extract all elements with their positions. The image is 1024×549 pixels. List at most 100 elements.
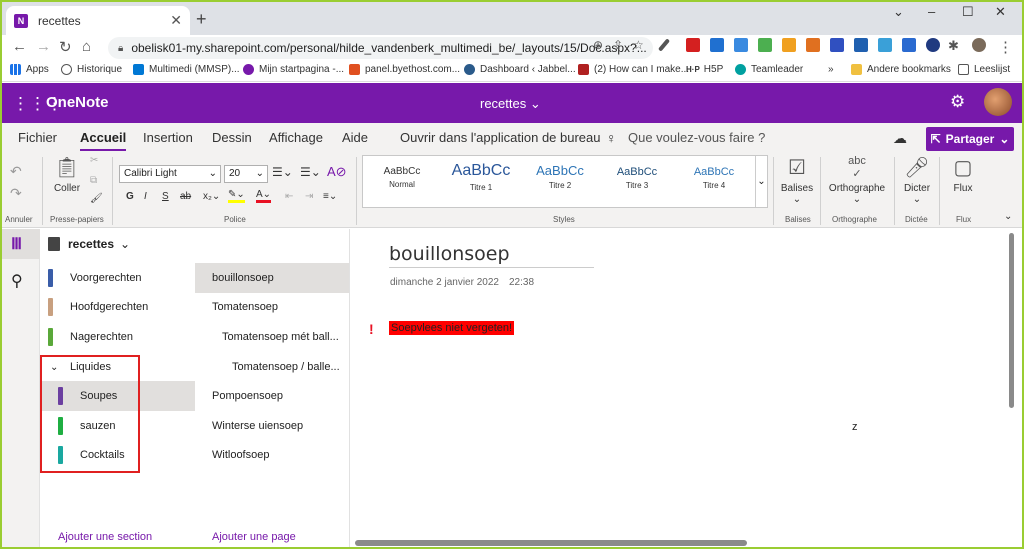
section-soupes[interactable]: Soupes xyxy=(40,381,195,411)
format-painter-icon[interactable]: 🖌︎ xyxy=(90,193,103,204)
share-url-icon[interactable]: ⇪ xyxy=(613,38,623,52)
bookmark-how-can-i[interactable]: (2) How can I make... xyxy=(578,64,689,75)
bookmarks-overflow[interactable]: » xyxy=(828,64,834,75)
avatar[interactable] xyxy=(984,88,1012,116)
extension-icon-5[interactable] xyxy=(782,38,796,52)
extension-icon-8[interactable] xyxy=(854,38,868,52)
bold-icon[interactable]: G xyxy=(126,191,134,202)
section-voorgerechten[interactable]: Voorgerechten xyxy=(40,263,195,293)
tell-me-search[interactable]: Que voulez-vous faire ? xyxy=(628,130,765,145)
share-button[interactable]: ⇱ Partager ⌄ xyxy=(926,127,1014,151)
page-winterse-uiensoep[interactable]: Winterse uiensoep xyxy=(195,411,349,441)
note-text[interactable]: Soepvlees niet vergeten! xyxy=(389,321,515,335)
extension-icon-2[interactable] xyxy=(710,38,724,52)
extension-icon-7[interactable] xyxy=(830,38,844,52)
page-witloofsoep[interactable]: Witloofsoep xyxy=(195,440,349,470)
sync-cloud-icon[interactable]: ☁ xyxy=(893,130,907,147)
section-cocktails[interactable]: Cocktails xyxy=(40,440,195,470)
extension-icon-10[interactable] xyxy=(902,38,916,52)
add-section-link[interactable]: Ajouter une section xyxy=(58,531,152,543)
tab-affichage[interactable]: Affichage xyxy=(269,130,323,145)
zoom-icon[interactable]: ⊕ xyxy=(593,38,603,52)
clear-format-icon[interactable]: A⊘ xyxy=(327,164,347,180)
browser-menu-icon[interactable]: ⋮ xyxy=(998,38,1013,56)
settings-gear-icon[interactable]: ⚙ xyxy=(950,92,965,112)
bookmark-apps[interactable]: Apps xyxy=(10,64,49,75)
notebooks-icon[interactable]: Ⅲ xyxy=(11,234,22,254)
close-tab-icon[interactable]: ✕ xyxy=(170,12,182,29)
reload-icon[interactable]: ↻ xyxy=(59,38,72,56)
page-pompoensoep[interactable]: Pompoensoep xyxy=(195,381,349,411)
tab-dessin[interactable]: Dessin xyxy=(212,130,252,145)
tab-aide[interactable]: Aide xyxy=(342,130,368,145)
section-hoofdgerechten[interactable]: Hoofdgerechten xyxy=(40,292,195,322)
dictate-button[interactable]: 🎤︎ Dicter ⌄ xyxy=(900,155,934,205)
bookmark-dashboard[interactable]: Dashboard ‹ Jabbel... xyxy=(464,64,576,75)
style-titre-2[interactable]: AaBbCc Titre 2 xyxy=(527,163,593,190)
search-icon[interactable]: ⚲ xyxy=(11,271,23,291)
bookmark-andere[interactable]: Andere bookmarks xyxy=(851,64,951,75)
cut-icon[interactable]: ✂ xyxy=(90,155,98,166)
subpage-tomatensoep-balle[interactable]: Tomatensoep / balle... xyxy=(195,352,349,382)
browser-tab[interactable]: N recettes ✕ xyxy=(6,6,190,35)
font-name-select[interactable]: Calibri Light ⌄ xyxy=(119,165,221,183)
style-titre-1[interactable]: AaBbCc Titre 1 xyxy=(447,162,515,192)
strikethrough-icon[interactable]: ab xyxy=(180,191,191,202)
style-titre-3[interactable]: AaBbCc Titre 3 xyxy=(606,166,668,190)
extension-icon-6[interactable] xyxy=(806,38,820,52)
numbering-icon[interactable]: ☰⌄ xyxy=(300,165,321,179)
style-normal[interactable]: AaBbCc Normal xyxy=(371,166,433,189)
important-tag-icon[interactable]: ! xyxy=(369,321,374,337)
extension-icon-11[interactable] xyxy=(926,38,940,52)
bookmark-byethost[interactable]: panel.byethost.com... xyxy=(349,64,460,75)
notebook-selector[interactable]: recettes ⌄ xyxy=(48,237,130,251)
align-icon[interactable]: ≡⌄ xyxy=(323,191,337,202)
bookmark-leeslijst[interactable]: Leeslijst xyxy=(958,64,1010,75)
page-tomatensoep[interactable]: Tomatensoep xyxy=(195,292,349,322)
bookmark-startpagina[interactable]: Mijn startpagina -... xyxy=(243,64,344,75)
section-group-liquides[interactable]: ⌄ Liquides xyxy=(40,352,195,382)
outdent-icon[interactable]: ⇤ xyxy=(285,191,293,202)
forward-icon[interactable]: → xyxy=(36,38,51,55)
section-sauzen[interactable]: sauzen xyxy=(40,411,195,441)
flux-button[interactable]: ▢ Flux xyxy=(946,155,980,194)
extension-icon-9[interactable] xyxy=(878,38,892,52)
style-titre-4[interactable]: AaBbCc Titre 4 xyxy=(683,166,745,190)
page-canvas[interactable]: bouillonsoep dimanche 2 janvier 2022 22:… xyxy=(351,229,1024,549)
spelling-button[interactable]: abc ✓ Orthographe ⌄ xyxy=(826,155,888,205)
tab-search-icon[interactable]: ⌄ xyxy=(893,4,904,20)
extension-icon-3[interactable] xyxy=(734,38,748,52)
open-desktop-app-link[interactable]: Ouvrir dans l'application de bureau xyxy=(400,130,601,145)
extension-icon-1[interactable] xyxy=(686,38,700,52)
bookmark-teamleader[interactable]: Teamleader xyxy=(735,64,803,75)
subpage-tomatensoep-met-ball[interactable]: Tomatensoep mét ball... xyxy=(195,322,349,352)
redo-icon[interactable]: ↷ xyxy=(10,185,22,202)
bookmark-historique[interactable]: Historique xyxy=(61,64,122,75)
horizontal-scrollbar[interactable] xyxy=(355,540,747,546)
section-nagerechten[interactable]: Nagerechten xyxy=(40,322,195,352)
tags-button[interactable]: ☑ Balises ⌄ xyxy=(780,155,814,205)
app-name[interactable]: OneNote xyxy=(46,94,109,111)
subscript-icon[interactable]: x₂⌄ xyxy=(203,191,220,202)
styles-more-icon[interactable]: ⌄ xyxy=(755,156,767,207)
copy-icon[interactable]: ⧉ xyxy=(90,175,97,186)
extension-icon-4[interactable] xyxy=(758,38,772,52)
tab-accueil[interactable]: Accueil xyxy=(80,130,127,151)
new-tab-icon[interactable]: + xyxy=(196,9,207,30)
close-window-icon[interactable]: ✕ xyxy=(995,4,1006,20)
bullets-icon[interactable]: ☰⌄ xyxy=(272,165,293,179)
home-icon[interactable]: ⌂ xyxy=(82,38,91,55)
tab-insertion[interactable]: Insertion xyxy=(143,130,193,145)
notebook-title[interactable]: recettes ⌄ xyxy=(480,96,541,112)
highlight-icon[interactable]: ✎⌄ xyxy=(228,189,245,203)
add-page-link[interactable]: Ajouter une page xyxy=(212,531,296,543)
vertical-scrollbar[interactable] xyxy=(1009,233,1014,408)
page-title[interactable]: bouillonsoep xyxy=(389,243,594,268)
minimize-icon[interactable]: – xyxy=(928,4,935,19)
profile-icon[interactable] xyxy=(972,38,986,52)
bookmark-star-icon[interactable]: ☆ xyxy=(633,38,644,52)
stray-text[interactable]: z xyxy=(852,421,858,433)
collapse-ribbon-icon[interactable]: ⌄ xyxy=(1004,211,1012,222)
bookmark-h5p[interactable]: H·P H5P xyxy=(686,64,723,75)
back-icon[interactable]: ← xyxy=(12,38,27,55)
